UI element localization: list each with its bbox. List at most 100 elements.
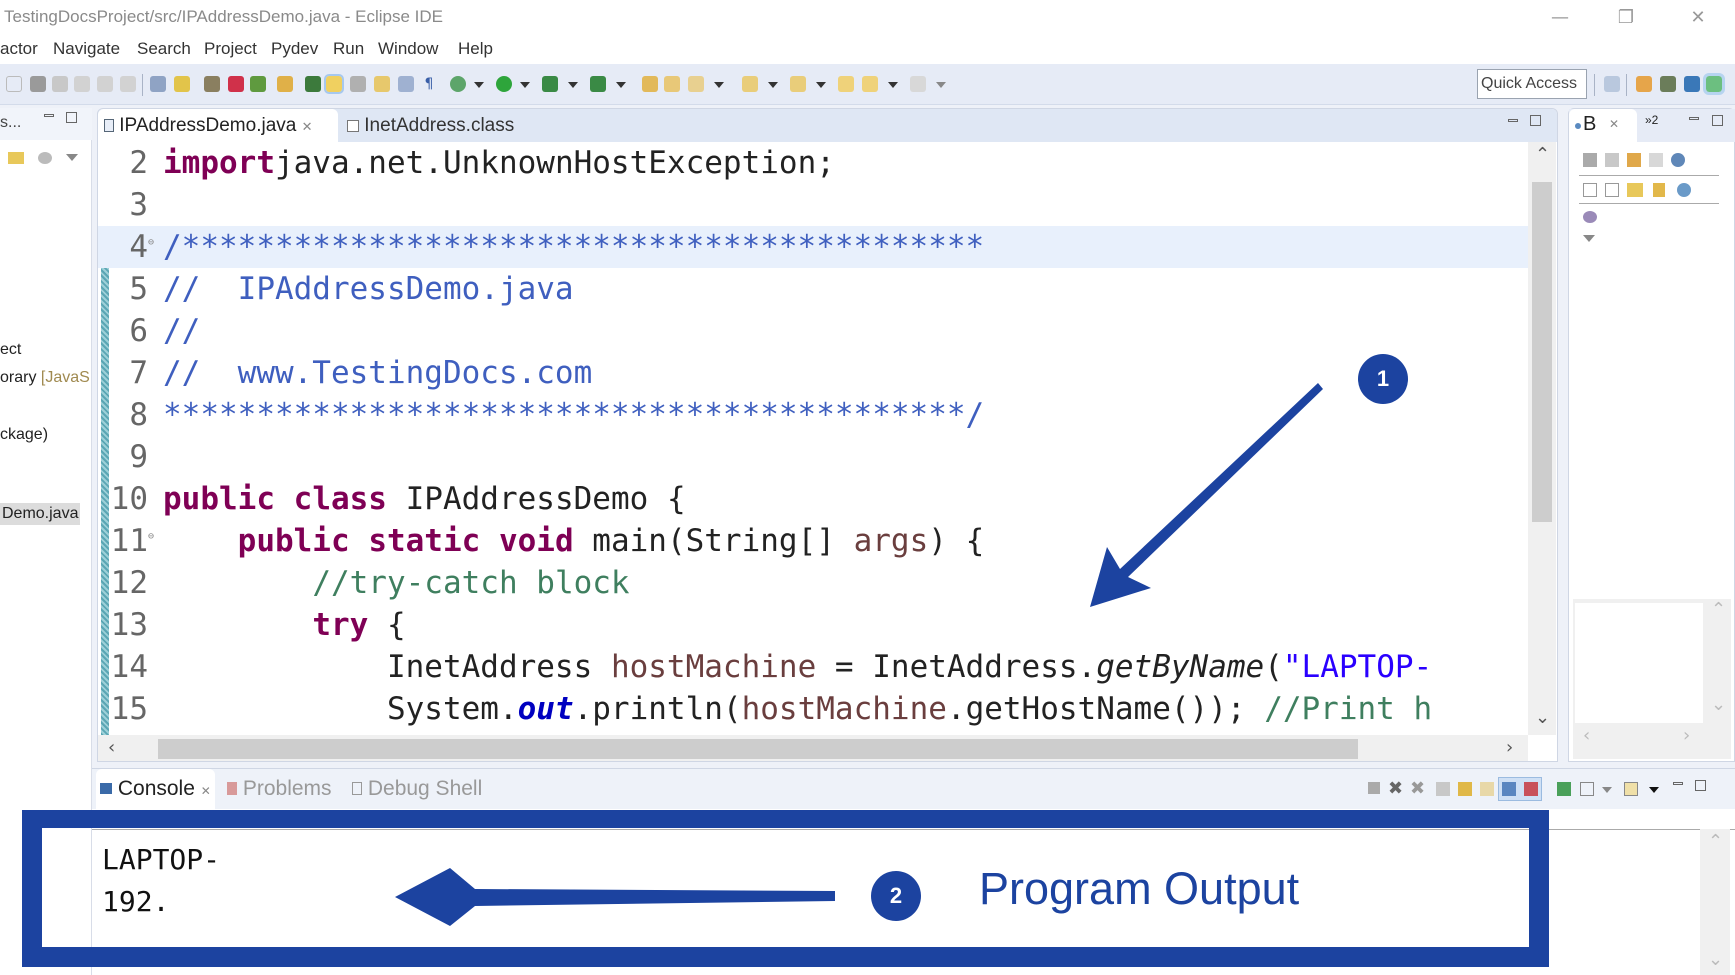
new-pydev-module-icon[interactable] [228, 76, 244, 92]
debug-perspective-icon[interactable] [1703, 73, 1725, 95]
tab-overflow-button[interactable]: »2 [1645, 113, 1658, 127]
skip-breakpoints-icon[interactable] [6, 76, 22, 92]
console-vertical-scrollbar[interactable]: ⌃ ⌄ [1700, 829, 1730, 975]
minimize-icon[interactable] [1689, 117, 1699, 120]
menu-project[interactable]: Project [204, 39, 257, 59]
forward-dropdown[interactable] [936, 82, 946, 88]
view-menu-icon[interactable] [1583, 235, 1595, 242]
fold-toggle-icon[interactable]: ⊖ [148, 516, 154, 558]
remove-all-launches-icon[interactable]: ✖ [1410, 778, 1425, 799]
tab-outline[interactable]: B ✕ [1569, 109, 1637, 142]
disconnect-icon[interactable] [52, 76, 68, 92]
menu-window[interactable]: Window [378, 39, 438, 59]
open-perspective-icon[interactable] [1604, 76, 1620, 92]
remove-launch-icon[interactable]: ✖ [1388, 778, 1403, 799]
back-icon[interactable] [862, 76, 878, 92]
java-ee-perspective-icon[interactable] [1636, 76, 1652, 92]
new-pydev-package-icon[interactable] [250, 76, 266, 92]
previous-annotation-dropdown[interactable] [816, 82, 826, 88]
menu-help[interactable]: Help [458, 39, 493, 59]
new-class-icon[interactable] [664, 76, 680, 92]
scroll-down-icon[interactable]: ⌄ [1711, 694, 1726, 715]
coverage-icon[interactable] [542, 76, 558, 92]
scroll-down-icon[interactable]: ⌄ [1708, 949, 1723, 970]
editor-text-area[interactable]: 2 importjava.net.UnknownHostException; 3 4 ⊖… [98, 142, 1528, 735]
tree-item-selected[interactable]: Demo.java [0, 503, 80, 525]
menu-search[interactable]: Search [137, 39, 191, 59]
previous-annotation-icon[interactable] [790, 76, 806, 92]
scroll-down-icon[interactable]: ⌄ [1535, 707, 1550, 728]
pin-console-icon[interactable] [1557, 782, 1571, 796]
maximize-icon[interactable] [66, 112, 77, 123]
maximize-icon[interactable] [1695, 780, 1706, 791]
open-console-icon[interactable] [1624, 782, 1638, 796]
minimize-icon[interactable] [1673, 782, 1683, 785]
next-annotation-icon[interactable] [742, 76, 758, 92]
fold-toggle-icon[interactable]: ⊖ [148, 222, 154, 264]
remove-all-icon[interactable] [1605, 153, 1619, 167]
java-perspective-icon[interactable] [1660, 76, 1676, 92]
open-folder-icon[interactable] [688, 76, 704, 92]
collapse-all-icon[interactable] [1605, 183, 1619, 197]
tab-inetaddress-class[interactable]: InetAddress.class [341, 109, 520, 142]
type-filter-icon[interactable] [1677, 183, 1691, 197]
tree-item[interactable]: orary [JavaS [0, 369, 90, 387]
link-with-editor-icon[interactable] [8, 152, 24, 164]
step-return-icon[interactable] [120, 76, 136, 92]
tab-problems[interactable]: Problems [227, 777, 332, 801]
display-console-dropdown[interactable] [1602, 787, 1612, 793]
open-console-dropdown[interactable] [1649, 787, 1659, 793]
terminate-icon[interactable] [30, 76, 46, 92]
tree-item[interactable]: ect [0, 341, 21, 359]
close-button[interactable]: ✕ [1668, 2, 1728, 32]
new-java-project-icon[interactable] [204, 76, 220, 92]
external-tools-dropdown[interactable] [616, 82, 626, 88]
group-icon[interactable] [1583, 211, 1597, 223]
block-selection-icon[interactable] [374, 76, 390, 92]
show-on-stdout-icon[interactable] [1502, 782, 1516, 796]
link-icon[interactable] [1627, 183, 1643, 197]
scroll-left-icon[interactable]: ‹ [108, 737, 115, 758]
word-wrap-icon[interactable] [1480, 782, 1494, 796]
remove-icon[interactable] [1583, 153, 1597, 167]
forward-icon[interactable] [910, 76, 926, 92]
tab-console[interactable]: Console ✕ [96, 769, 215, 809]
mark-occurrences-icon[interactable] [324, 74, 344, 94]
run-dropdown[interactable] [520, 82, 530, 88]
tab-ipaddressdemo-java[interactable]: IPAddressDemo.java ✕ [98, 109, 338, 142]
scroll-up-icon[interactable]: ⌃ [1708, 831, 1723, 852]
display-console-icon[interactable] [1580, 782, 1594, 796]
debug-icon[interactable] [450, 76, 466, 92]
last-edit-icon[interactable] [838, 76, 854, 92]
external-tools-icon[interactable] [590, 76, 606, 92]
close-tab-icon[interactable]: ✕ [302, 119, 313, 134]
minimize-icon[interactable] [1508, 119, 1518, 122]
scroll-up-icon[interactable]: ⌃ [1535, 144, 1550, 165]
expand-all-icon[interactable] [1583, 183, 1597, 197]
quick-access-input[interactable]: Quick Access [1477, 69, 1587, 99]
export-icon[interactable] [1649, 153, 1663, 167]
open-task-icon[interactable] [305, 76, 321, 92]
scroll-lock-icon[interactable] [1458, 782, 1472, 796]
pydev-perspective-icon[interactable] [1684, 76, 1700, 92]
terminate-icon[interactable] [1368, 782, 1380, 794]
warning-filter-icon[interactable] [1653, 183, 1665, 197]
new-package-icon[interactable] [642, 76, 658, 92]
open-type-icon[interactable] [277, 76, 293, 92]
menu-pydev[interactable]: Pydev [271, 39, 318, 59]
step-filters-icon[interactable] [174, 76, 190, 92]
scrollbar-thumb[interactable] [1532, 182, 1552, 522]
hide-icon[interactable] [1671, 153, 1685, 167]
folder-dropdown[interactable] [714, 82, 724, 88]
vertical-scrollbar[interactable]: ⌃ ⌄ [1528, 142, 1556, 735]
close-tab-icon[interactable]: ✕ [1609, 117, 1619, 131]
debug-dropdown[interactable] [474, 82, 484, 88]
scroll-right-icon[interactable]: › [1683, 725, 1690, 746]
minimize-button[interactable]: — [1530, 2, 1590, 32]
filters-icon[interactable] [38, 152, 52, 164]
back-dropdown[interactable] [888, 82, 898, 88]
horizontal-scrollbar[interactable]: ‹ › [98, 735, 1528, 761]
minimize-icon[interactable] [44, 114, 54, 117]
close-tab-icon[interactable]: ✕ [201, 784, 211, 798]
run-icon[interactable] [496, 76, 512, 92]
